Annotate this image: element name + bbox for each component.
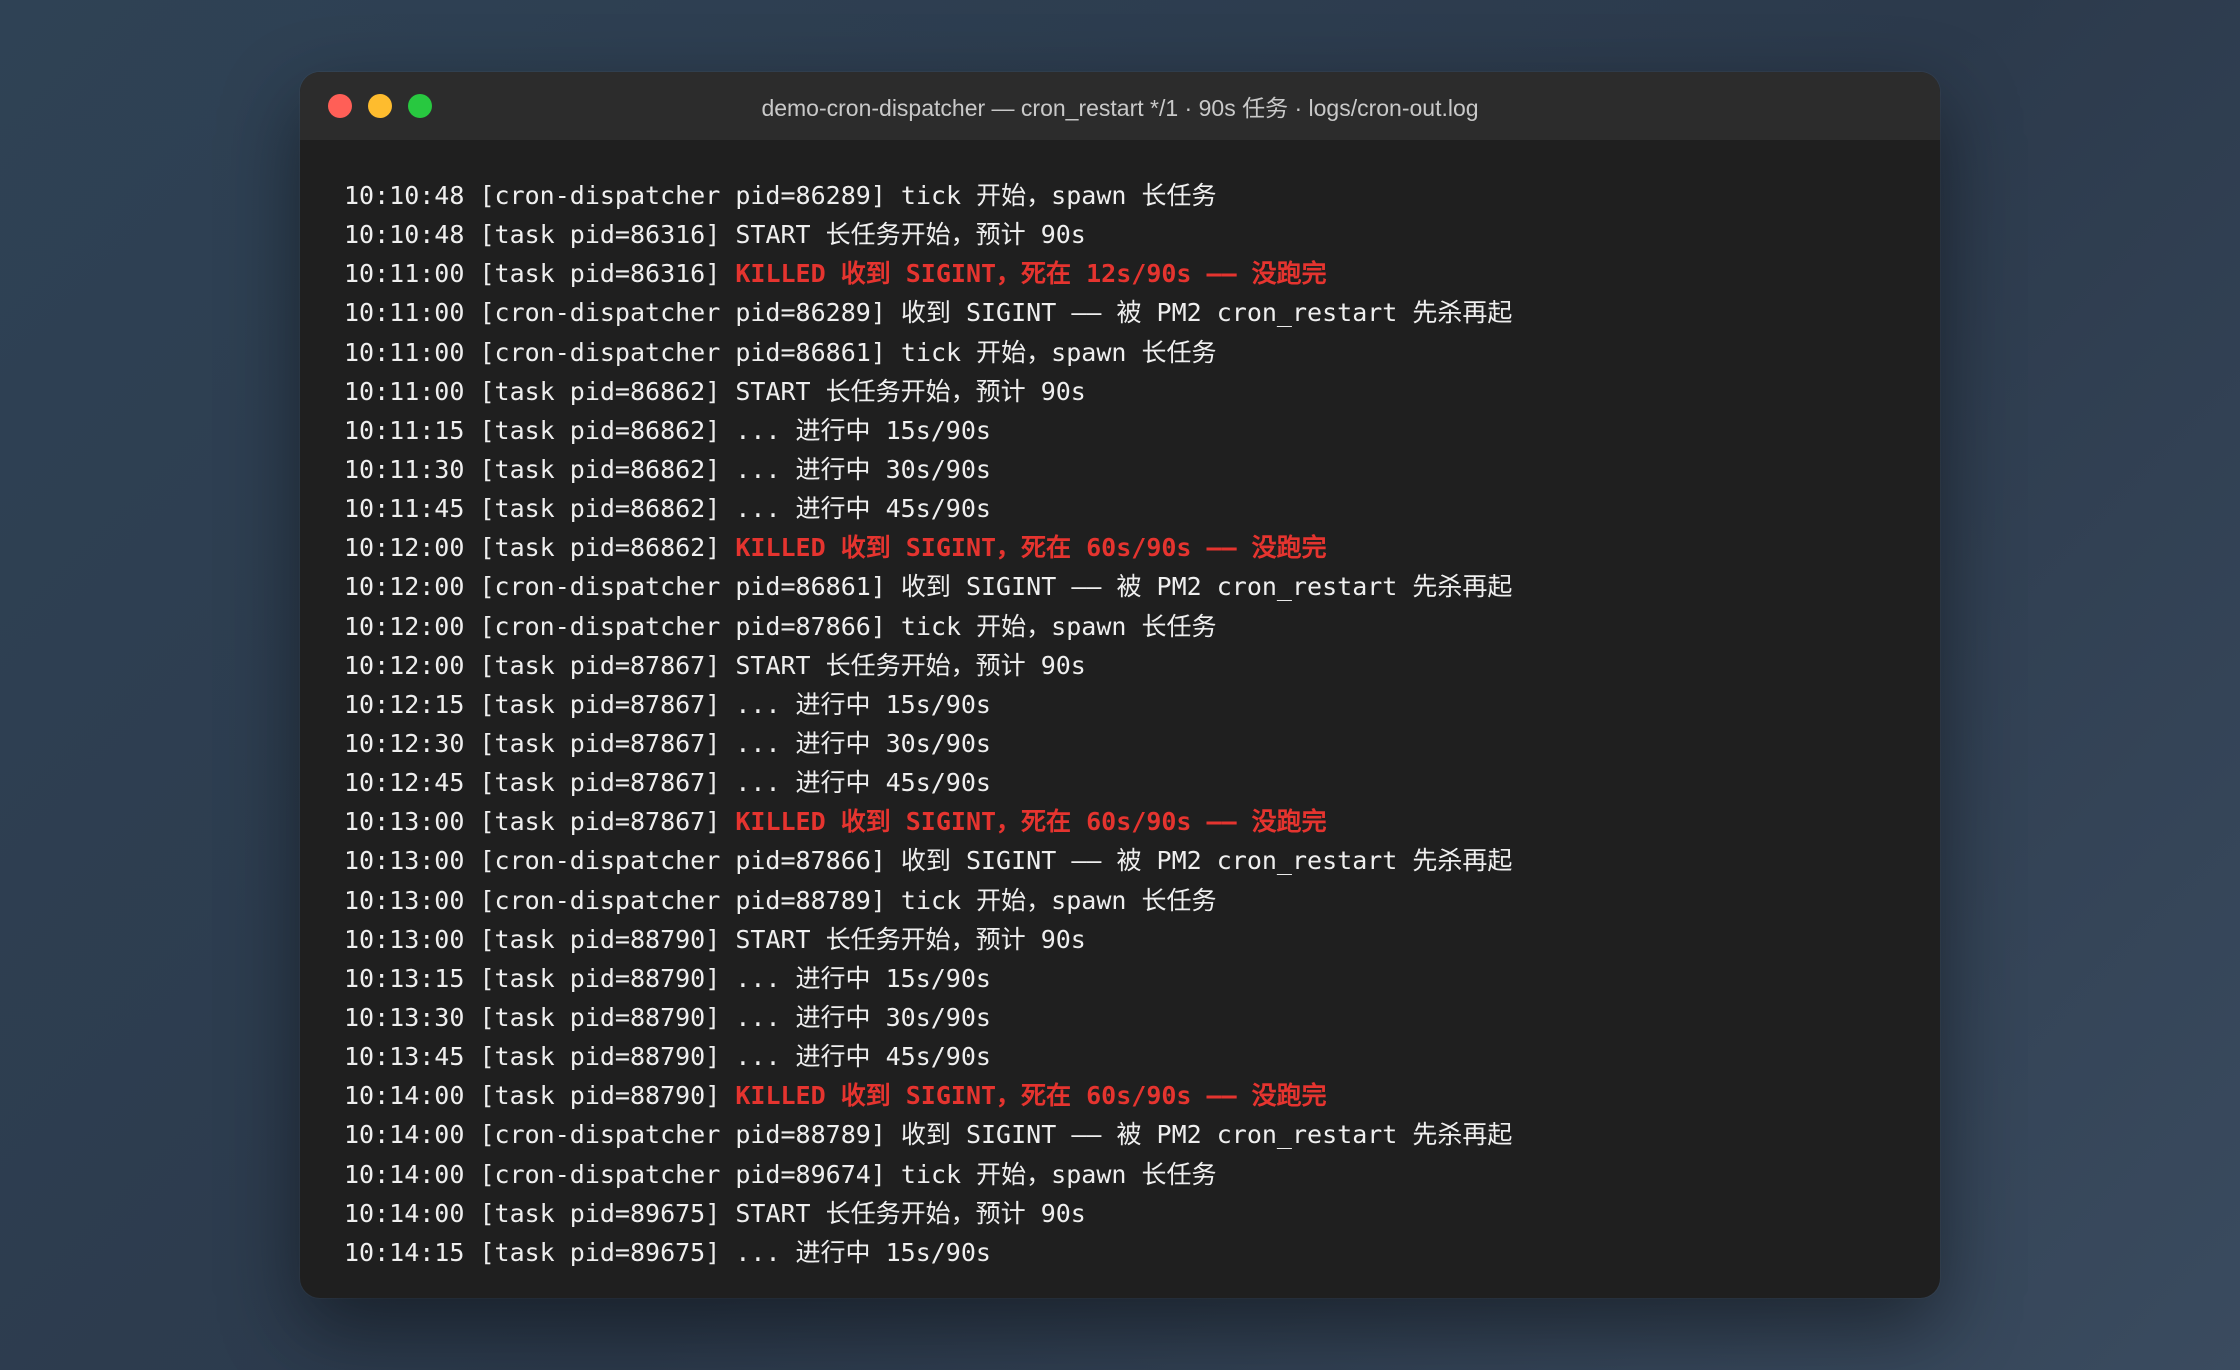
log-line-message: ... 进行中 45s/90s [735, 494, 991, 524]
log-line-message: 收到 SIGINT —— 被 PM2 cron_restart 先杀再起 [900, 572, 1513, 602]
log-line-message: tick 开始，spawn 长任务 [900, 611, 1217, 641]
log-line-prefix: 10:13:00 [task pid=87867] [344, 807, 736, 837]
log-line: 10:10:48 [task pid=86316] START 长任务开始，预计… [344, 215, 1940, 254]
close-window-icon[interactable] [328, 94, 352, 118]
log-line-prefix: 10:12:45 [task pid=87867] [344, 768, 736, 798]
log-line: 10:14:00 [task pid=89675] START 长任务开始，预计… [344, 1194, 1940, 1233]
log-line: 10:14:15 [task pid=89675] ... 进行中 15s/90… [344, 1233, 1940, 1272]
terminal-output[interactable]: 10:10:48 [cron-dispatcher pid=86289] tic… [300, 140, 1940, 1272]
log-line-message: ... 进行中 15s/90s [735, 963, 991, 993]
minimize-window-icon[interactable] [368, 94, 392, 118]
log-line: 10:11:00 [task pid=86862] START 长任务开始，预计… [344, 372, 1940, 411]
log-line-prefix: 10:10:48 [task pid=86316] [344, 220, 736, 250]
title-bar[interactable]: demo-cron-dispatcher — cron_restart */1 … [300, 72, 1940, 140]
log-line-message: ... 进行中 30s/90s [735, 1002, 991, 1032]
terminal-window: demo-cron-dispatcher — cron_restart */1 … [300, 72, 1940, 1298]
log-line: 10:11:30 [task pid=86862] ... 进行中 30s/90… [344, 450, 1940, 489]
log-line-prefix: 10:13:00 [cron-dispatcher pid=87866] [344, 846, 901, 876]
log-line-message: 收到 SIGINT —— 被 PM2 cron_restart 先杀再起 [900, 846, 1513, 876]
log-line-message: ... 进行中 15s/90s [735, 415, 991, 445]
log-line: 10:11:00 [task pid=86316] KILLED 收到 SIGI… [344, 254, 1940, 293]
log-line: 10:14:00 [cron-dispatcher pid=88789] 收到 … [344, 1115, 1940, 1154]
log-line-prefix: 10:11:15 [task pid=86862] [344, 415, 736, 445]
log-line: 10:12:00 [task pid=86862] KILLED 收到 SIGI… [344, 528, 1940, 567]
log-line: 10:13:30 [task pid=88790] ... 进行中 30s/90… [344, 998, 1940, 1037]
log-line-message: ... 进行中 45s/90s [735, 768, 991, 798]
log-line-prefix: 10:11:45 [task pid=86862] [344, 494, 736, 524]
log-line-prefix: 10:11:00 [task pid=86316] [344, 259, 736, 289]
log-line-message: tick 开始，spawn 长任务 [900, 337, 1217, 367]
log-line-prefix: 10:11:30 [task pid=86862] [344, 454, 736, 484]
log-line: 10:12:15 [task pid=87867] ... 进行中 15s/90… [344, 685, 1940, 724]
log-line: 10:11:00 [cron-dispatcher pid=86289] 收到 … [344, 293, 1940, 332]
log-line: 10:12:30 [task pid=87867] ... 进行中 30s/90… [344, 724, 1940, 763]
log-line: 10:13:15 [task pid=88790] ... 进行中 15s/90… [344, 959, 1940, 998]
log-line: 10:14:00 [task pid=88790] KILLED 收到 SIGI… [344, 1076, 1940, 1115]
log-line: 10:11:00 [cron-dispatcher pid=86861] tic… [344, 333, 1940, 372]
log-line: 10:13:00 [cron-dispatcher pid=87866] 收到 … [344, 841, 1940, 880]
log-line: 10:12:00 [cron-dispatcher pid=86861] 收到 … [344, 567, 1940, 606]
log-line-prefix: 10:12:00 [cron-dispatcher pid=87866] [344, 611, 901, 641]
log-line-message: START 长任务开始，预计 90s [735, 924, 1086, 954]
log-line-prefix: 10:14:15 [task pid=89675] [344, 1237, 736, 1267]
log-line-message: START 长任务开始，预计 90s [735, 376, 1086, 406]
log-line-killed-message: KILLED 收到 SIGINT，死在 60s/90s —— 没跑完 [735, 807, 1327, 837]
log-line: 10:12:00 [cron-dispatcher pid=87866] tic… [344, 607, 1940, 646]
log-line-prefix: 10:14:00 [task pid=89675] [344, 1198, 736, 1228]
log-line-prefix: 10:12:00 [task pid=86862] [344, 533, 736, 563]
log-line-prefix: 10:10:48 [cron-dispatcher pid=86289] [344, 181, 901, 210]
maximize-window-icon[interactable] [408, 94, 432, 118]
log-line-message: tick 开始，spawn 长任务 [900, 885, 1217, 915]
log-line-prefix: 10:13:45 [task pid=88790] [344, 1042, 736, 1072]
log-line: 10:11:45 [task pid=86862] ... 进行中 45s/90… [344, 489, 1940, 528]
log-line-prefix: 10:11:00 [cron-dispatcher pid=86289] [344, 298, 901, 328]
log-line: 10:11:15 [task pid=86862] ... 进行中 15s/90… [344, 411, 1940, 450]
log-line-message: tick 开始，spawn 长任务 [900, 181, 1217, 210]
log-line: 10:10:48 [cron-dispatcher pid=86289] tic… [344, 176, 1940, 215]
log-line-prefix: 10:13:30 [task pid=88790] [344, 1002, 736, 1032]
log-line-message: ... 进行中 30s/90s [735, 454, 991, 484]
log-line-message: ... 进行中 15s/90s [735, 1237, 991, 1267]
log-line: 10:13:00 [cron-dispatcher pid=88789] tic… [344, 881, 1940, 920]
log-line-message: START 长任务开始，预计 90s [735, 220, 1086, 250]
log-line-message: ... 进行中 30s/90s [735, 728, 991, 758]
log-line-message: ... 进行中 15s/90s [735, 689, 991, 719]
log-line-message: ... 进行中 45s/90s [735, 1042, 991, 1072]
log-line-message: 收到 SIGINT —— 被 PM2 cron_restart 先杀再起 [900, 1120, 1513, 1150]
log-line-prefix: 10:12:30 [task pid=87867] [344, 728, 736, 758]
log-line-killed-message: KILLED 收到 SIGINT，死在 60s/90s —— 没跑完 [735, 533, 1327, 563]
log-line-message: START 长任务开始，预计 90s [735, 650, 1086, 680]
log-line-prefix: 10:14:00 [task pid=88790] [344, 1081, 736, 1111]
log-line-prefix: 10:13:00 [cron-dispatcher pid=88789] [344, 885, 901, 915]
log-line: 10:14:00 [cron-dispatcher pid=89674] tic… [344, 1155, 1940, 1194]
log-line: 10:12:00 [task pid=87867] START 长任务开始，预计… [344, 646, 1940, 685]
log-line: 10:13:00 [task pid=87867] KILLED 收到 SIGI… [344, 802, 1940, 841]
log-line-message: tick 开始，spawn 长任务 [900, 1159, 1217, 1189]
log-line-prefix: 10:13:00 [task pid=88790] [344, 924, 736, 954]
log-line-prefix: 10:11:00 [task pid=86862] [344, 376, 736, 406]
window-title: demo-cron-dispatcher — cron_restart */1 … [761, 95, 1479, 121]
log-line-prefix: 10:12:00 [cron-dispatcher pid=86861] [344, 572, 901, 602]
log-line-prefix: 10:12:00 [task pid=87867] [344, 650, 736, 680]
log-line-message: 收到 SIGINT —— 被 PM2 cron_restart 先杀再起 [900, 298, 1513, 328]
log-line: 10:12:45 [task pid=87867] ... 进行中 45s/90… [344, 763, 1940, 802]
log-line-prefix: 10:12:15 [task pid=87867] [344, 689, 736, 719]
log-line-message: START 长任务开始，预计 90s [735, 1198, 1086, 1228]
window-controls [328, 72, 432, 140]
log-line-prefix: 10:14:00 [cron-dispatcher pid=88789] [344, 1120, 901, 1150]
log-line-prefix: 10:11:00 [cron-dispatcher pid=86861] [344, 337, 901, 367]
log-line: 10:13:45 [task pid=88790] ... 进行中 45s/90… [344, 1037, 1940, 1076]
log-line: 10:13:00 [task pid=88790] START 长任务开始，预计… [344, 920, 1940, 959]
log-line-prefix: 10:14:00 [cron-dispatcher pid=89674] [344, 1159, 901, 1189]
log-line-prefix: 10:13:15 [task pid=88790] [344, 963, 736, 993]
log-line-killed-message: KILLED 收到 SIGINT，死在 60s/90s —— 没跑完 [735, 1081, 1327, 1111]
log-line-killed-message: KILLED 收到 SIGINT，死在 12s/90s —— 没跑完 [735, 259, 1327, 289]
